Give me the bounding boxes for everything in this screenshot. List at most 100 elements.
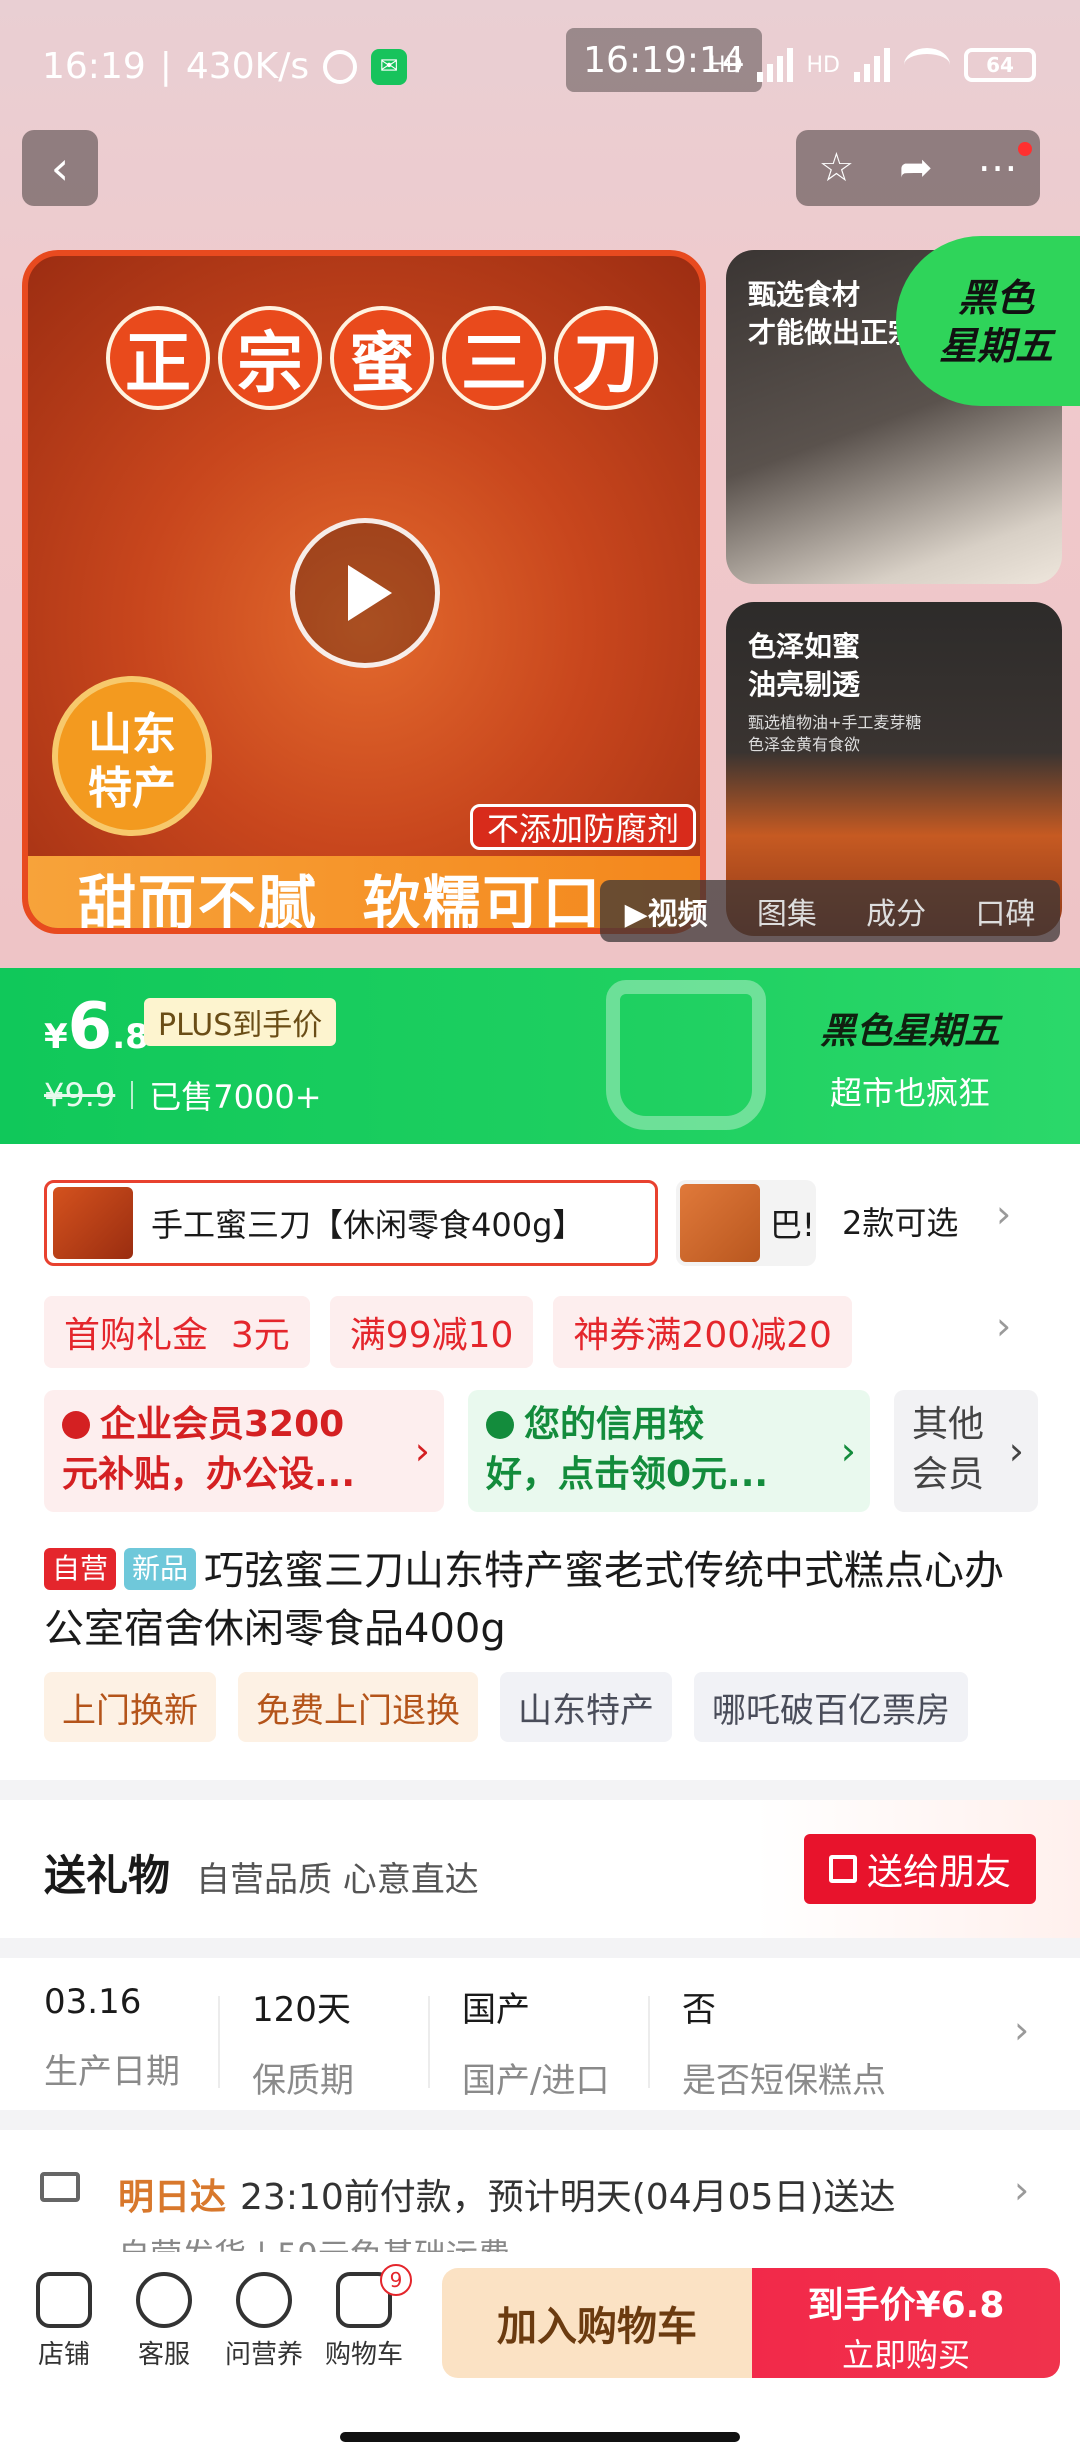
customer-service-icon (136, 2272, 192, 2328)
sku-selector: 手工蜜三刀【休闲零食400g】 巴! 2款可选 › (44, 1180, 1044, 1266)
status-left: 16:19 | 430K/s ✉ (42, 46, 408, 87)
truck-icon (40, 2172, 80, 2202)
main-product-image[interactable]: 正 宗 蜜 三 刀 山东 特产 不添加防腐剂 甜而不腻 软糯可口 (22, 250, 706, 934)
service-tag[interactable]: 哪吒破百亿票房 (694, 1672, 968, 1742)
spec-item: 国产 国产/进口 (462, 1990, 610, 2101)
member-offers: 企业会员3200 元补贴，办公设... › 您的信用较 好，点击领0元... ›… (44, 1390, 1038, 1512)
back-button[interactable]: ‹ (22, 130, 98, 206)
sold-count: 已售7000+ (149, 1078, 322, 1116)
enterprise-member-offer[interactable]: 企业会员3200 元补贴，办公设... › (44, 1390, 444, 1512)
tab-reviews[interactable]: 口碑 (975, 889, 1035, 933)
thumb-caption: 色泽如蜜 油亮剔透 (748, 630, 861, 701)
sku-count[interactable]: 2款可选 (842, 1198, 958, 1244)
thumb-caption: 甄选食材 才能做出正宗 (748, 278, 917, 349)
hd-label-2: HD (806, 52, 840, 78)
gift-subtitle: 自营品质 心意直达 (196, 1860, 479, 1900)
product-info-card: 手工蜜三刀【休闲零食400g】 巴! 2款可选 › 首购礼金 3元 满99减10… (0, 1144, 1080, 1780)
gift-icon (828, 1855, 857, 1883)
product-gallery-area: 16:19 | 430K/s ✉ 16:19:14 HD HD 64 ‹ ☆ ➦… (0, 0, 1080, 968)
play-icon[interactable] (290, 518, 440, 668)
buy-label: 立即购买 (841, 2336, 970, 2374)
spec-card[interactable]: 03.16 生产日期 120天 保质期 国产 国产/进口 否 是否短保糕点 › (0, 1958, 1080, 2110)
star-icon[interactable]: ☆ (818, 145, 854, 191)
chevron-left-icon: ‹ (50, 141, 70, 195)
chevron-right-icon: › (840, 1429, 856, 1473)
coupon[interactable]: 满99减10 (329, 1296, 534, 1368)
send-gift-button[interactable]: 送给朋友 (804, 1834, 1036, 1904)
nutritionist-icon (236, 2272, 292, 2328)
service-tag[interactable]: 山东特产 (500, 1672, 672, 1742)
shield-icon (486, 1411, 514, 1439)
store-icon (36, 2272, 92, 2328)
no-preservative-label: 不添加防腐剂 (469, 804, 696, 850)
price-banner: ¥ 6 .8 PLUS到手价 ¥9.9 已售7000+ 黑色星期五 超市也疯狂 (0, 968, 1080, 1144)
tab-video[interactable]: ▶视频 (625, 889, 708, 933)
chevron-right-icon: › (1014, 2008, 1030, 2052)
chevron-right-icon: › (1008, 1429, 1024, 1473)
chevron-right-icon: › (1014, 2168, 1030, 2212)
network-speed: 430K/s (185, 46, 310, 87)
nav-store[interactable]: 店铺 (18, 2264, 110, 2371)
chevron-right-icon[interactable]: › (996, 1192, 1011, 1236)
status-right: HD HD 64 (709, 48, 1036, 82)
spec-item: 03.16 生产日期 (44, 1982, 180, 2092)
delivery-info: 明日达 23:10前付款，预计明天(04月05日)送达 (118, 2177, 896, 2218)
sku-label: 手工蜜三刀【休闲零食400g】 (151, 1206, 585, 1244)
media-tabs: ▶视频 图集 成分 口碑 (600, 880, 1060, 942)
coupon[interactable]: 首购礼金 3元 (44, 1296, 310, 1368)
service-tag[interactable]: 免费上门退换 (238, 1672, 478, 1742)
credit-offer[interactable]: 您的信用较 好，点击领0元... › (468, 1390, 870, 1512)
nav-cart[interactable]: 购物车 9 (318, 2264, 412, 2371)
chevron-right-icon: › (414, 1429, 430, 1473)
chevron-right-icon[interactable]: › (996, 1304, 1011, 1348)
battery-icon: 64 (964, 48, 1036, 82)
header-actions: ☆ ➦ ⋯ (796, 130, 1040, 206)
plus-price-tag: PLUS到手价 (144, 998, 337, 1046)
status-time: 16:19 (42, 46, 146, 87)
cart-watermark-icon (606, 980, 766, 1130)
self-operated-tag: 自营 (44, 1548, 117, 1590)
share-icon[interactable]: ➦ (899, 145, 933, 191)
origin-seal: 山东 特产 (52, 676, 212, 836)
other-member-offer[interactable]: 其他 会员 › (894, 1390, 1038, 1512)
event-title: 黑色星期五 (820, 1011, 1001, 1052)
buy-price: 到手价¥6.8 (807, 2285, 1005, 2326)
nav-nutrition[interactable]: 问营养 (218, 2264, 310, 2371)
sku-label: 巴! (770, 1206, 815, 1244)
buy-now-button[interactable]: 到手价¥6.8 立即购买 (752, 2268, 1060, 2378)
spec-item: 120天 保质期 (252, 1990, 354, 2101)
bottom-action-bar: 店铺 客服 问营养 购物车 9 加入购物车 到手价¥6.8 立即购买 (0, 2252, 1080, 2460)
delivery-card[interactable]: 明日达 23:10前付款，预计明天(04月05日)送达 自营发货 | 59元免基础… (0, 2130, 1080, 2260)
event-banner[interactable]: 黑色星期五 超市也疯狂 (820, 1002, 1000, 1114)
sku-option-selected[interactable]: 手工蜜三刀【休闲零食400g】 (44, 1180, 658, 1266)
tab-gallery[interactable]: 图集 (757, 889, 817, 933)
tab-ingredients[interactable]: 成分 (866, 889, 926, 933)
nav-service[interactable]: 客服 (118, 2264, 210, 2371)
coupon-row: 首购礼金 3元 满99减10 神券满200减20 (44, 1296, 852, 1368)
sku-option-alt[interactable]: 巴! (676, 1180, 816, 1266)
product-title: 自营 新品 巧弦蜜三刀山东特产蜜老式传统中式糕点心办公室宿舍休闲零食品400g (44, 1542, 1044, 1658)
cart-count-badge: 9 (380, 2264, 412, 2296)
sku-thumbnail (680, 1184, 760, 1262)
signal-icon-2 (854, 48, 890, 82)
more-icon[interactable]: ⋯ (978, 145, 1018, 191)
price-meta: ¥9.9 已售7000+ (44, 1072, 322, 1118)
add-to-cart-button[interactable]: 加入购物车 (442, 2268, 752, 2378)
original-price: ¥9.9 (44, 1076, 116, 1114)
black-friday-badge[interactable]: 黑色 星期五 (896, 236, 1080, 406)
next-day-label: 明日达 (118, 2177, 227, 2218)
signal-icon (756, 48, 793, 82)
event-subtitle: 超市也疯狂 (830, 1074, 991, 1112)
service-tag[interactable]: 上门换新 (44, 1672, 216, 1742)
status-bar: 16:19 | 430K/s ✉ 16:19:14 HD HD 64 (0, 0, 1080, 130)
new-product-tag: 新品 (124, 1548, 197, 1590)
gift-heading: 送礼物 (44, 1851, 171, 1900)
gift-card: 送礼物 自营品质 心意直达 送给朋友 (0, 1800, 1080, 1938)
image-title: 正 宗 蜜 三 刀 (106, 306, 658, 410)
wifi-icon (904, 48, 950, 82)
coupon[interactable]: 神券满200减20 (553, 1296, 852, 1368)
home-indicator[interactable] (340, 2432, 740, 2442)
sku-thumbnail (53, 1187, 133, 1259)
wechat-icon: ✉ (371, 48, 408, 85)
alarm-icon (323, 49, 358, 84)
